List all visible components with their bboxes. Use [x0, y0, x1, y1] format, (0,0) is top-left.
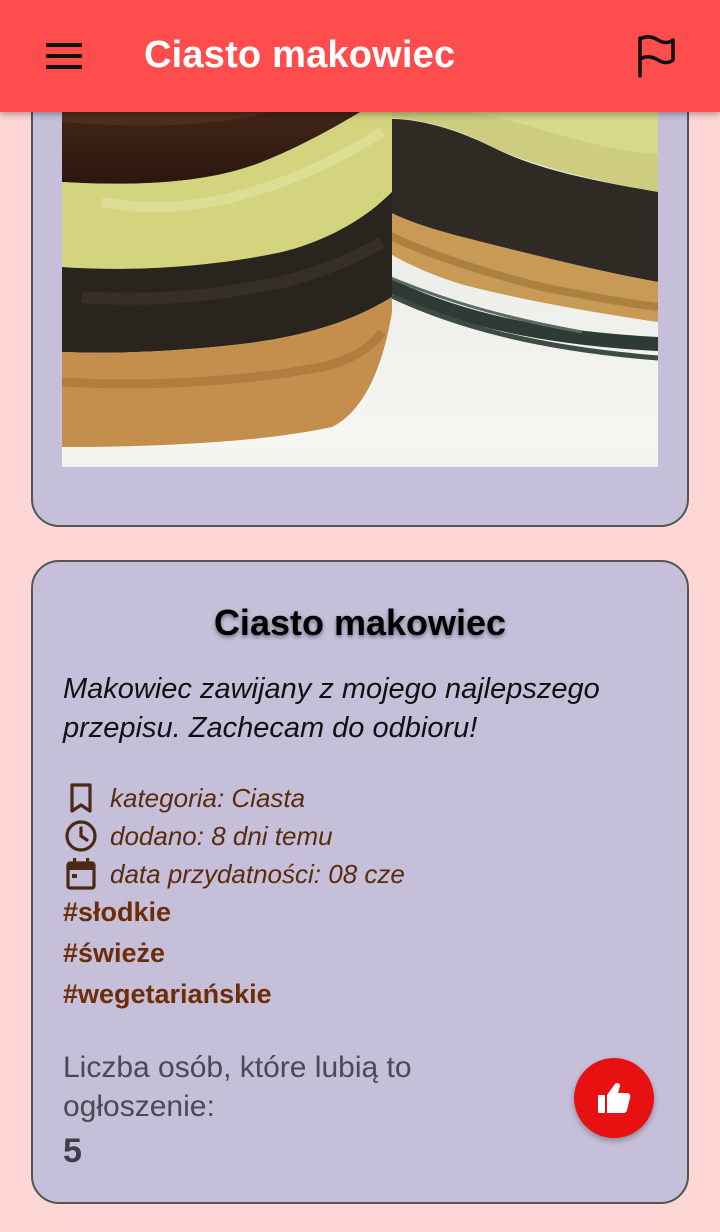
category-row: kategoria: Ciasta	[63, 780, 305, 816]
clock-icon	[63, 818, 99, 854]
calendar-icon	[63, 856, 99, 892]
expiry-text: data przydatności: 08 cze	[110, 858, 405, 889]
product-photo[interactable]	[62, 82, 658, 467]
category-text: kategoria: Ciasta	[110, 782, 306, 813]
listing-description: Makowiec zawijany z mojego najlepszego p…	[63, 673, 600, 744]
added-row: dodano: 8 dni temu	[63, 818, 333, 854]
likes-count: 5	[63, 1132, 82, 1170]
app-title: Ciasto makowiec	[144, 34, 456, 76]
tag-fresh[interactable]: #świeże	[63, 938, 165, 969]
menu-icon[interactable]	[44, 40, 84, 72]
thumbs-up-icon	[598, 1082, 631, 1113]
app-bar: Ciasto makowiec	[0, 0, 720, 112]
like-button[interactable]	[574, 1058, 654, 1138]
bookmark-icon	[63, 780, 99, 816]
tag-vegetarian[interactable]: #wegetariańskie	[63, 979, 272, 1010]
expiry-row: data przydatności: 08 cze	[63, 856, 405, 892]
flag-icon[interactable]	[632, 32, 680, 80]
listing-title: Ciasto makowiec	[213, 602, 507, 643]
tag-sweet[interactable]: #słodkie	[63, 897, 171, 928]
added-text: dodano: 8 dni temu	[110, 820, 333, 851]
listing-card: Ciasto makowiec Makowiec zawijany z moje…	[31, 560, 689, 1204]
likes-label: Liczba osób, które lubią to ogłoszenie:	[63, 1051, 412, 1123]
